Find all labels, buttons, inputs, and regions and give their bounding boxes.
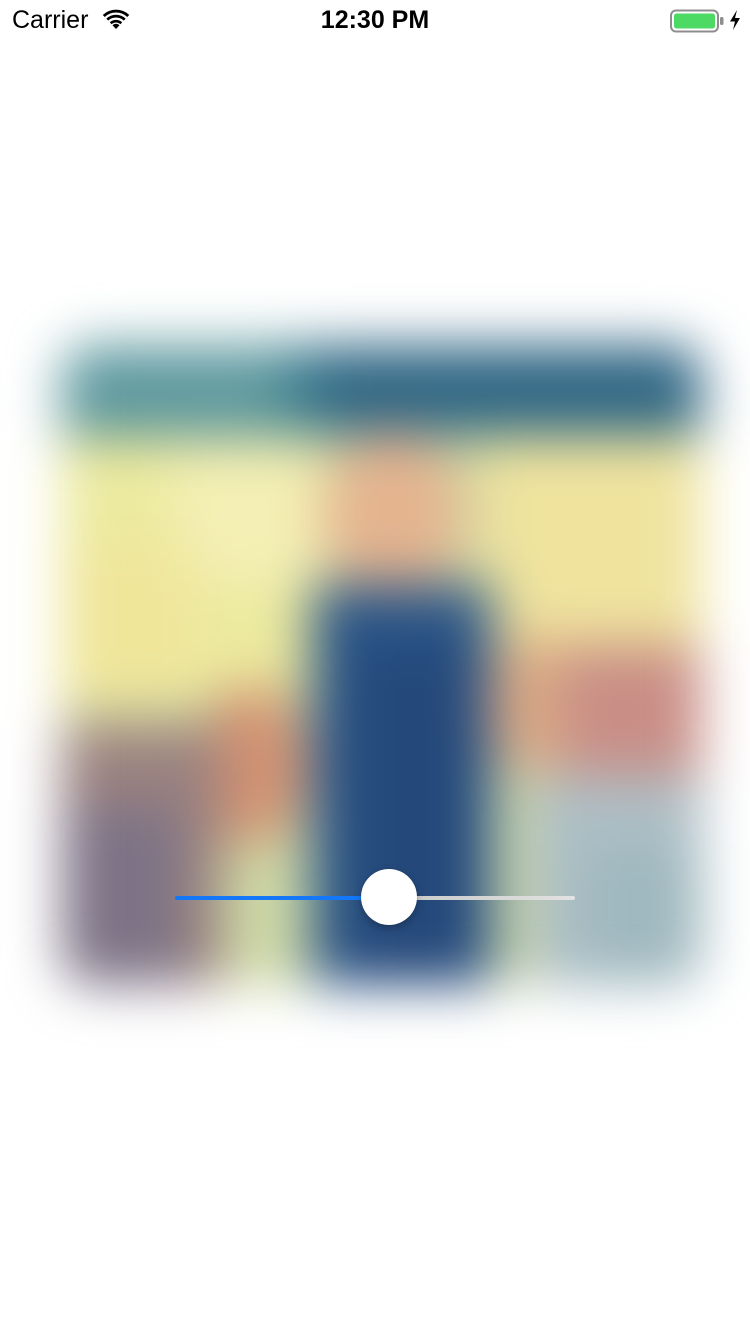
slider-min-track [175,896,389,900]
charging-bolt-icon [728,9,742,31]
status-time: 12:30 PM [320,6,430,34]
slider-thumb[interactable] [360,869,417,925]
battery-icon [670,9,726,33]
status-bar: Carrier 12:30 PM [0,0,750,40]
photo-container [0,0,750,1334]
app-screen: Carrier 12:30 PM [0,0,750,1334]
blur-slider[interactable] [175,868,575,926]
